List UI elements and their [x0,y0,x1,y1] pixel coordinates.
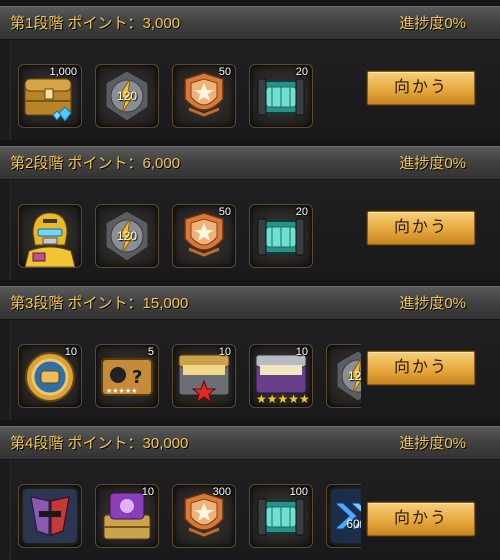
tier-header: 第4段階 ポイント：30,000 進捗度0% [0,426,500,460]
item-count: 10 [295,346,308,358]
reward-item[interactable]: 10 [18,344,82,408]
tier-header: 第1段階 ポイント：3,000 進捗度0% [0,6,500,40]
item-count: 10 [218,346,231,358]
item-amount: 120 [347,369,361,383]
tier-header: 第2段階 ポイント：6,000 進捗度0% [0,146,500,180]
tier-progress: 進捗度0% [399,435,466,452]
reward-item[interactable]: 120 [95,64,159,128]
item-count: 10 [64,346,77,358]
reward-item[interactable]: 10 [172,344,236,408]
svg-text:?: ? [132,367,142,388]
tier-body: 1,000 120 50 20 向かう [10,40,500,140]
reward-item[interactable]: 300 [172,484,236,548]
reward-item[interactable]: 120 [95,204,159,268]
item-count: 300 [212,486,231,498]
item-count: 1,000 [49,66,77,78]
reward-item[interactable]: ? ★★★★★ 5 [95,344,159,408]
go-button[interactable]: 向かう [367,71,475,105]
reward-item[interactable]: 50 [172,64,236,128]
reward-item[interactable]: 120 [326,344,361,408]
bumblebee-portrait-icon [24,212,76,267]
reward-item[interactable] [18,484,82,548]
speedup-arrow-icon [331,489,361,543]
tier-progress: 進捗度0% [399,295,466,312]
item-count: 5 [147,346,154,358]
go-button[interactable]: 向かう [367,502,475,536]
tier-body: 10 300 100 60 向かう [10,460,500,560]
item-amount: 120 [116,89,138,103]
item-count: 20 [295,206,308,218]
go-button[interactable]: 向かう [367,211,475,245]
reward-item[interactable]: 10 [95,484,159,548]
tier-header: 第3段階 ポイント：15,000 進捗度0% [0,286,500,320]
reward-row: 10 ? ★★★★★ 5 10 ★★★★★ 10 12 [11,320,361,420]
tier-body: 120 50 20 向かう [10,180,500,280]
reward-row: 120 50 20 [11,180,361,280]
item-count: 50 [218,206,231,218]
tier-progress: 進捗度0% [399,155,466,172]
tier-progress: 進捗度0% [399,15,466,32]
reward-row: 1,000 120 50 20 [11,40,361,140]
go-button[interactable]: 向かう [367,351,475,385]
reward-item[interactable]: 100 [249,484,313,548]
reward-row: 10 300 100 60 [11,460,361,560]
reward-item[interactable]: ★★★★★ 10 [249,344,313,408]
svg-text:★★★★★: ★★★★★ [256,392,310,406]
reward-item[interactable]: 50 [172,204,236,268]
tier-title: 第4段階 ポイント：30,000 [10,435,189,452]
tier-title: 第2段階 ポイント：6,000 [10,155,181,172]
reward-item[interactable]: 20 [249,204,313,268]
svg-text:★★★★★: ★★★★★ [106,387,137,395]
item-count: 100 [289,486,308,498]
tier-title: 第3段階 ポイント：15,000 [10,295,189,312]
item-count: 10 [141,486,154,498]
item-count: 20 [295,66,308,78]
item-count: 50 [218,66,231,78]
item-amount: 60m [346,517,361,531]
reward-item[interactable]: 60m [326,484,361,548]
tier-body: 10 ? ★★★★★ 5 10 ★★★★★ 10 12 向かう [10,320,500,420]
decepticon-autobot-emblem-icon [23,489,77,543]
reward-item[interactable] [18,204,82,268]
item-amount: 120 [116,229,138,243]
tier-title: 第1段階 ポイント：3,000 [10,15,181,32]
reward-item[interactable]: 20 [249,64,313,128]
reward-item[interactable]: 1,000 [18,64,82,128]
